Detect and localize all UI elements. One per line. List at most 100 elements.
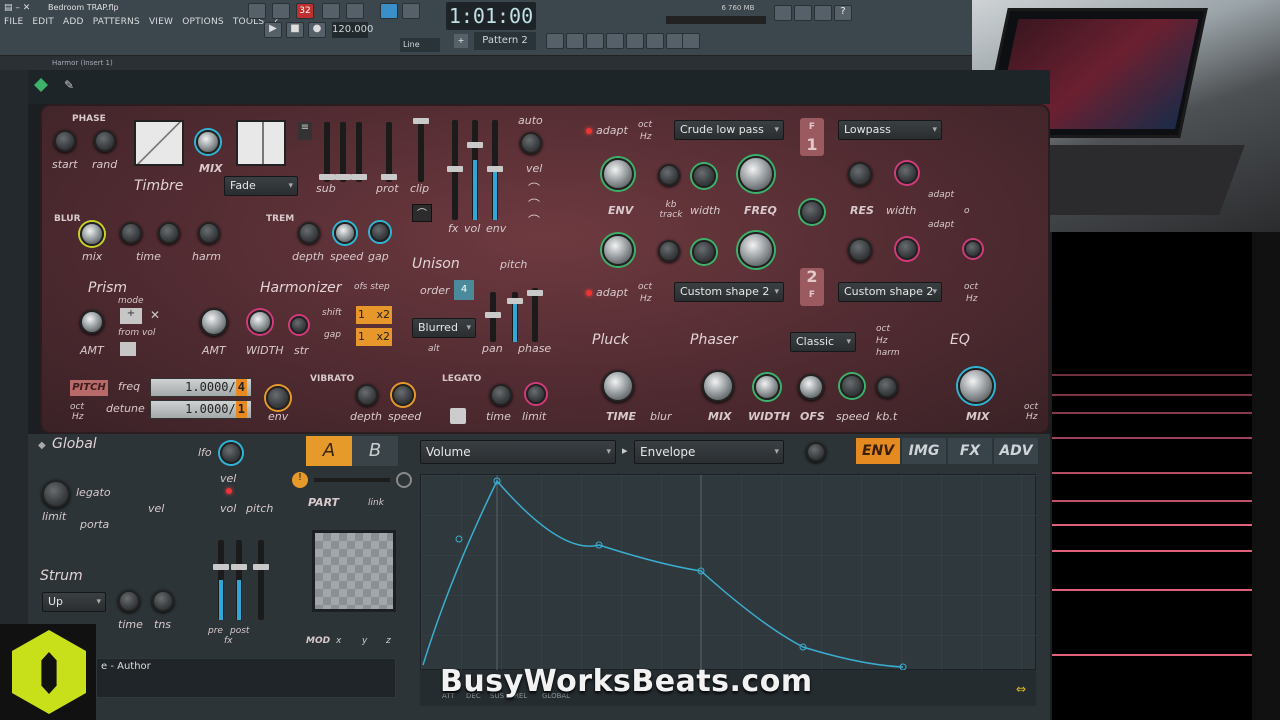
harmonizer-amt-knob[interactable]: [200, 308, 228, 336]
menu-add[interactable]: ADD: [63, 17, 84, 27]
prot-slider[interactable]: [381, 122, 397, 182]
clip-slider[interactable]: [413, 118, 429, 182]
clip-curve-button[interactable]: ⌒: [412, 204, 432, 222]
blur-mix-knob[interactable]: [80, 222, 104, 246]
pitch-detune-display[interactable]: 1.0000/1: [150, 400, 252, 419]
xy-pad[interactable]: [312, 530, 396, 612]
timbre-mix-knob[interactable]: [196, 130, 220, 154]
global-vel-led[interactable]: [226, 488, 232, 494]
filter1-width-knob[interactable]: [692, 164, 716, 188]
fade-select[interactable]: Fade: [224, 176, 298, 196]
unison-order-value[interactable]: 4: [454, 280, 474, 300]
piano-roll-icon[interactable]: [566, 33, 584, 49]
tab-adv[interactable]: ADV: [994, 438, 1038, 464]
legato-time-knob[interactable]: [490, 384, 512, 406]
vibrato-depth-knob[interactable]: [356, 384, 378, 406]
env-target-select[interactable]: Volume: [420, 440, 616, 464]
menu-patterns[interactable]: PATTERNS: [93, 17, 140, 27]
pitch-env-knob[interactable]: [266, 386, 290, 410]
harmonizer-shift-value[interactable]: 1 x2: [356, 306, 392, 324]
step-edit-button[interactable]: [402, 3, 420, 19]
play-button[interactable]: ▶: [264, 22, 282, 38]
filter2-adapt-led[interactable]: [586, 290, 592, 296]
blur-time-knob[interactable]: [120, 222, 142, 244]
plugin-picker-icon[interactable]: [646, 33, 664, 49]
filter2-extra-knob[interactable]: [964, 240, 982, 258]
global-vol-slider[interactable]: [213, 540, 229, 620]
sub-slider-2[interactable]: [335, 122, 351, 182]
filter2-type2-select[interactable]: Custom shape 2: [838, 282, 942, 302]
snap-selector[interactable]: Line: [400, 38, 440, 52]
harmonizer-gap-value[interactable]: 1 x2: [356, 328, 392, 346]
pattern-prev-icon[interactable]: +: [454, 34, 468, 48]
filter1-res-knob[interactable]: [848, 162, 872, 186]
filter2-width2-knob[interactable]: [896, 238, 918, 260]
filter2-freq-knob[interactable]: [738, 232, 774, 268]
help-question-icon[interactable]: ?: [834, 5, 852, 21]
timbre-waveform-1[interactable]: [134, 120, 184, 166]
filter1-type2-select[interactable]: Lowpass: [838, 120, 942, 140]
part-mix-slider[interactable]: [314, 478, 390, 482]
part-a-tab[interactable]: A: [306, 436, 352, 466]
wrench-icon[interactable]: ✎: [64, 78, 74, 92]
blur-time-knob-2[interactable]: [158, 222, 180, 244]
filter1-env-knob[interactable]: [602, 158, 634, 190]
record-mode-button[interactable]: [272, 3, 290, 19]
global-limit-knob[interactable]: [42, 480, 70, 508]
pattern-selector[interactable]: Pattern 2: [474, 32, 536, 50]
eq-mix-knob[interactable]: [958, 368, 994, 404]
channel-rack-icon[interactable]: [586, 33, 604, 49]
filter1-adapt-led[interactable]: [586, 128, 592, 134]
filter1-width2-knob[interactable]: [896, 162, 918, 184]
pattern-song-toggle[interactable]: [248, 3, 266, 19]
phaser-kbt-knob[interactable]: [876, 376, 898, 398]
env-amount-knob[interactable]: [806, 442, 826, 462]
menu-options[interactable]: OPTIONS: [182, 17, 224, 27]
prism-amt-knob[interactable]: [80, 310, 104, 334]
record-button[interactable]: ●: [308, 22, 326, 38]
global-pitch-slider[interactable]: [253, 540, 269, 620]
filter2-env-knob[interactable]: [602, 234, 634, 266]
phaser-width-knob[interactable]: [754, 374, 780, 400]
legato-toggle[interactable]: [450, 408, 466, 424]
strum-tns-knob[interactable]: [152, 590, 174, 612]
countdown-button[interactable]: [346, 3, 364, 19]
tempo-display[interactable]: 120.000: [332, 22, 373, 38]
envelope-graph[interactable]: [420, 474, 1037, 671]
env-arrow-right-icon[interactable]: ⇔: [1016, 682, 1026, 696]
mic-icon[interactable]: [814, 5, 832, 21]
filter1-type-select[interactable]: Crude low pass: [674, 120, 784, 140]
strum-mode-select[interactable]: Up: [42, 592, 106, 612]
prism-mode-button[interactable]: +: [120, 308, 142, 324]
sub-slider[interactable]: [319, 122, 335, 182]
curve-shape-icon-3[interactable]: ⌒: [528, 212, 540, 229]
tab-env[interactable]: ENV: [856, 438, 900, 464]
unison-phase-slider[interactable]: [527, 288, 543, 342]
global-vol-slider-2[interactable]: [231, 540, 247, 620]
strum-time-knob[interactable]: [118, 590, 140, 612]
filter2-kb-track-knob[interactable]: [658, 240, 680, 262]
refresh-icon[interactable]: [774, 5, 792, 21]
browser-icon[interactable]: [626, 33, 644, 49]
curve-shape-icon-2[interactable]: ⌒: [528, 196, 540, 213]
filter2-res-knob[interactable]: [848, 238, 872, 262]
part-info-icon[interactable]: !: [292, 472, 308, 488]
start-knob[interactable]: [54, 130, 76, 152]
part-target-icon[interactable]: [396, 472, 412, 488]
fx-slider[interactable]: [447, 120, 463, 220]
timbre-menu-icon[interactable]: ≡: [298, 122, 312, 140]
playlist-icon[interactable]: [546, 33, 564, 49]
unison-pan-slider[interactable]: [485, 292, 501, 342]
phaser-preset-select[interactable]: Classic: [790, 332, 856, 352]
prism-close-icon[interactable]: ✕: [150, 308, 160, 322]
plugin-menu-icon[interactable]: [34, 78, 48, 92]
filter2-type-select[interactable]: Custom shape 2: [674, 282, 784, 302]
legato-limit-knob[interactable]: [526, 384, 546, 404]
prism-from-vol-button[interactable]: [120, 342, 136, 356]
filter-link-knob[interactable]: [800, 200, 824, 224]
harmonizer-width-knob[interactable]: [248, 310, 272, 334]
pitch-freq-display[interactable]: 1.0000/4: [150, 378, 252, 397]
tab-img[interactable]: IMG: [902, 438, 946, 464]
metronome-button[interactable]: [322, 3, 340, 19]
help-icon[interactable]: [682, 33, 700, 49]
